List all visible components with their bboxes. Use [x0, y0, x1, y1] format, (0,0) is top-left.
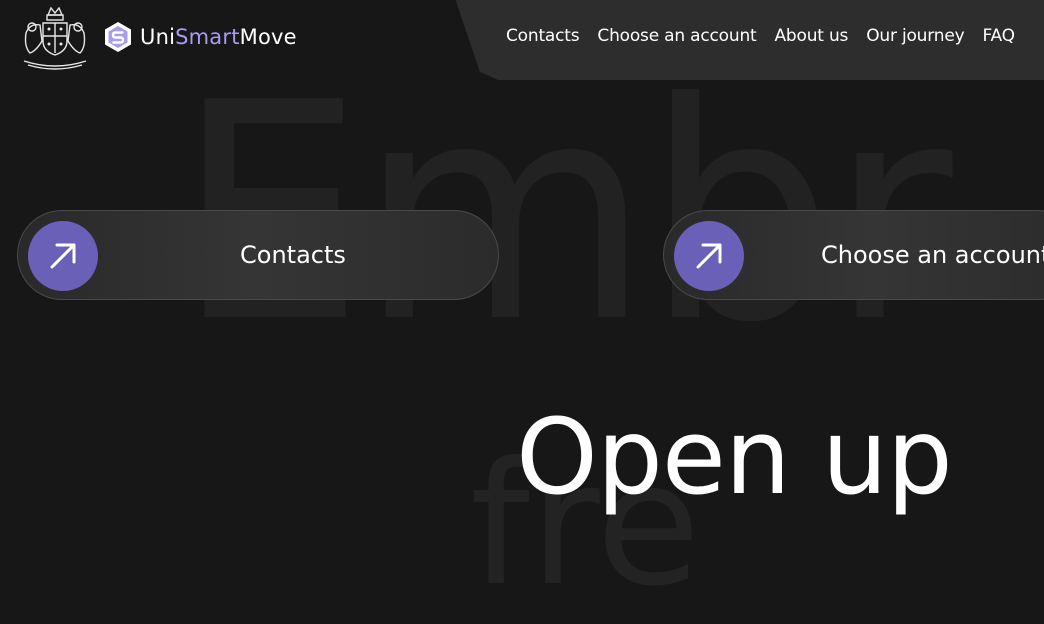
- contacts-card-icon-circle: [28, 221, 98, 291]
- brand-name: UniSmartMove: [140, 25, 297, 49]
- contacts-card-label: Contacts: [240, 241, 346, 269]
- arrow-up-right-icon: [50, 243, 76, 269]
- brand-logo[interactable]: UniSmartMove: [104, 22, 297, 52]
- brand-name-part1: Uni: [140, 25, 176, 49]
- brand-name-part3: Move: [239, 25, 297, 49]
- brand-name-part2: Smart: [175, 25, 240, 49]
- choose-account-card-icon-circle: [674, 221, 744, 291]
- nav-link-choose-account[interactable]: Choose an account: [597, 26, 756, 46]
- nav-link-about-us[interactable]: About us: [775, 26, 849, 46]
- choose-account-card-button[interactable]: Choose an account: [663, 210, 1044, 300]
- nav-link-contacts[interactable]: Contacts: [506, 26, 580, 46]
- hero-title: Open up: [516, 396, 953, 518]
- nav-link-faq[interactable]: FAQ: [982, 26, 1015, 46]
- arrow-up-right-icon: [696, 243, 722, 269]
- contacts-card-button[interactable]: Contacts: [17, 210, 499, 300]
- logo-mark-icon: [105, 22, 131, 52]
- nav-link-our-journey[interactable]: Our journey: [866, 26, 964, 46]
- main-navigation: Contacts Choose an account About us Our …: [506, 26, 1015, 46]
- royal-crest-icon: [23, 6, 87, 70]
- choose-account-card-label: Choose an account: [821, 241, 1044, 269]
